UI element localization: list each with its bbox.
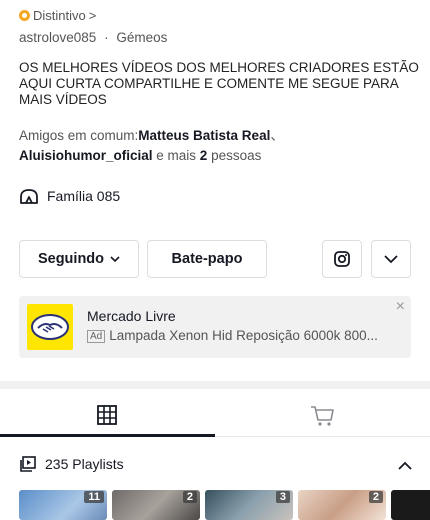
friend-name: Aluisiohumor_oficial xyxy=(19,148,153,163)
section-divider xyxy=(0,381,430,389)
family-label: Família 085 xyxy=(47,188,121,204)
mutual-friends[interactable]: Amigos em comum:Matteus Batista Real、 Al… xyxy=(19,126,419,166)
active-tab-indicator xyxy=(0,434,215,437)
playlist-count: 2 xyxy=(368,491,383,503)
profile-handle: astrolove085 xyxy=(19,30,97,45)
playlist-count: 11 xyxy=(84,491,104,503)
playlists-label: 235 Playlists xyxy=(45,456,124,472)
badge-icon xyxy=(19,10,30,21)
ad-tag: Ad xyxy=(87,330,106,343)
friends-middle: e mais xyxy=(152,148,200,163)
tab-underline xyxy=(215,436,430,437)
badge-label: Distintivo xyxy=(33,8,86,23)
profile-bio: OS MELHORES VÍDEOS DOS MELHORES CRIADORE… xyxy=(19,60,419,107)
friends-separator: 、 xyxy=(270,128,284,143)
chat-button[interactable]: Bate-papo xyxy=(147,240,267,278)
ad-card[interactable]: Mercado Livre Ad Lampada Xenon Hid Reposi… xyxy=(19,296,411,358)
grid-icon xyxy=(97,405,117,425)
cart-icon xyxy=(311,406,334,426)
ad-title: Mercado Livre xyxy=(87,308,176,324)
ad-description: Ad Lampada Xenon Hid Reposição 6000k 800.… xyxy=(87,328,392,343)
friends-suffix: pessoas xyxy=(207,148,262,163)
playlist-count: 3 xyxy=(275,491,290,503)
mercado-livre-logo xyxy=(27,304,73,350)
instagram-icon xyxy=(334,251,350,267)
following-button[interactable]: Seguindo xyxy=(19,240,139,278)
instagram-button[interactable] xyxy=(322,240,362,278)
friend-name: Matteus Batista Real xyxy=(138,128,271,143)
playlists-header[interactable]: 235 Playlists xyxy=(19,455,124,473)
playlist-icon xyxy=(20,456,36,472)
close-icon[interactable]: × xyxy=(396,298,405,316)
chevron-up-icon xyxy=(398,461,412,470)
chevron-down-icon xyxy=(110,255,120,262)
badge-link[interactable]: Distintivo > xyxy=(19,8,96,23)
friends-prefix: Amigos em comum: xyxy=(19,128,139,143)
tab-videos[interactable] xyxy=(96,404,118,431)
badge-chevron: > xyxy=(88,8,97,23)
profile-sign: Gémeos xyxy=(116,30,168,45)
tab-shop[interactable] xyxy=(310,404,336,433)
family-icon xyxy=(20,189,38,204)
family-link[interactable]: Família 085 xyxy=(19,187,120,205)
ad-text: Lampada Xenon Hid Reposição 6000k 800... xyxy=(109,328,378,343)
more-button[interactable] xyxy=(371,240,411,278)
chat-label: Bate-papo xyxy=(171,251,243,267)
following-label: Seguindo xyxy=(37,251,105,267)
chevron-down-icon xyxy=(384,254,398,263)
collapse-button[interactable] xyxy=(398,457,412,475)
profile-meta: astrolove085 · Gémeos xyxy=(19,30,167,45)
meta-separator: · xyxy=(104,30,109,45)
playlist-count: 2 xyxy=(182,491,197,503)
